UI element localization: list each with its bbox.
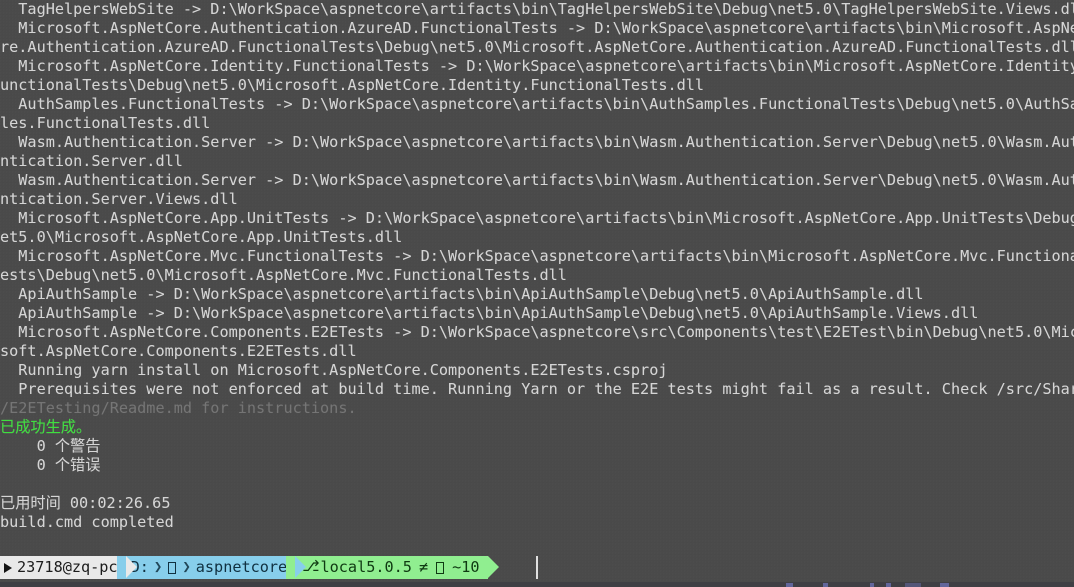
missing-glyph-icon [168,561,177,574]
git-ahead-count: ~10 [452,558,480,576]
output-line: Running yarn install on Microsoft.AspNet… [0,361,668,379]
output-line: soft.AspNetCore.Components.E2ETests.dll [0,342,357,360]
terminal-window[interactable]: TagHelpersWebSite -> D:\WorkSpace\aspnet… [0,0,1074,587]
output-line: TagHelpersWebSite -> D:\WorkSpace\aspnet… [0,0,1074,18]
output-line: re.Authentication.AzureAD.FunctionalTest… [0,38,1074,56]
bottom-window-bleed [0,582,1074,587]
output-blank-line: /E2ETesting/Readme.md for instructions. [0,399,357,417]
output-line: ests\Debug\net5.0\Microsoft.AspNetCore.M… [0,266,567,284]
output-blank-line [0,475,1074,494]
output-line: Wasm.Authentication.Server -> D:\WorkSpa… [0,171,1074,189]
output-line: Prerequisites were not enforced at build… [0,380,1074,398]
elapsed-time-line: 已用时间 00:02:26.65 [0,494,171,512]
git-dirty-symbol: ≠ [418,558,429,576]
terminal-output: TagHelpersWebSite -> D:\WorkSpace\aspnet… [0,0,1074,532]
output-line: Microsoft.AspNetCore.Mvc.FunctionalTests… [0,247,1074,265]
error-count-line: 0 个错误 [0,456,101,474]
build-succeeded-message: 已成功生成。 [0,418,92,436]
output-line: ntication.Server.Views.dll [0,190,238,208]
chevron-right-icon: ❯ [153,559,163,575]
output-line: Microsoft.AspNetCore.App.UnitTests -> D:… [0,209,1074,227]
prompt-user-segment[interactable]: 23718@zq-pc [0,556,137,579]
chevron-right-icon: ❯ [182,559,191,575]
output-line: et5.0\Microsoft.AspNetCore.App.UnitTests… [0,228,403,246]
prompt-git-segment[interactable]: ⎇ local5.0.5 ≠ ~10 [286,556,499,579]
output-line: AuthSamples.FunctionalTests -> D:\WorkSp… [0,95,1074,113]
text-cursor [536,556,538,579]
output-line: ApiAuthSample -> D:\WorkSpace\aspnetcore… [0,304,979,322]
git-branch-label: local5.0.5 [320,558,412,576]
prompt-path-segment[interactable]: D: ❯ ❯ aspnetcore [116,556,306,579]
triangle-right-icon [4,562,12,573]
missing-glyph-icon [436,561,445,574]
prompt-user-label: 23718@zq-pc [17,558,118,576]
command-completed-line: build.cmd completed [0,513,174,531]
prompt-folder-label: aspnetcore [195,558,288,576]
output-line: Microsoft.AspNetCore.Components.E2ETests… [0,323,1074,341]
output-line: Microsoft.AspNetCore.Identity.Functional… [0,57,1074,75]
warning-count-line: 0 个警告 [0,437,101,455]
output-line: les.FunctionalTests.dll [0,114,211,132]
output-line: Microsoft.AspNetCore.Authentication.Azur… [0,19,1074,37]
output-line: ApiAuthSample -> D:\WorkSpace\aspnetcore… [0,285,924,303]
shell-prompt[interactable]: 23718@zq-pc D: ❯ ❯ aspnetcore ⎇ local5.0.… [0,556,499,579]
output-line: unctionalTests\Debug\net5.0\Microsoft.As… [0,76,705,94]
output-line: ntication.Server.dll [0,152,183,170]
output-line: Wasm.Authentication.Server -> D:\WorkSpa… [0,133,1074,151]
